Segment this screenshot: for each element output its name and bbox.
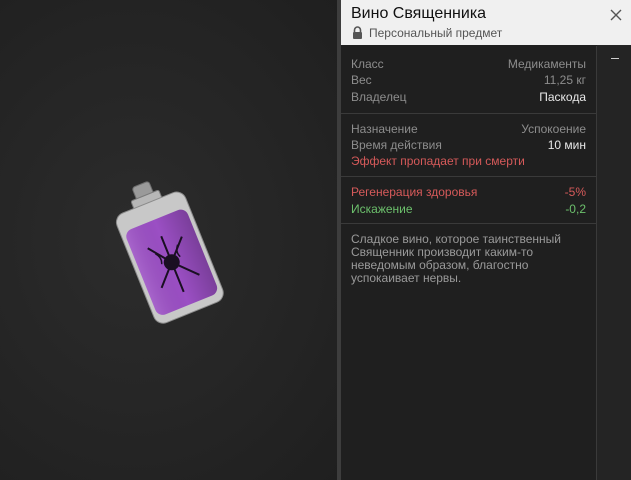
stat-label: Время действия bbox=[351, 138, 442, 152]
stat-value: Медикаменты bbox=[507, 57, 586, 71]
stat-label: Назначение bbox=[351, 122, 418, 136]
modifier-label: Искажение bbox=[351, 202, 413, 216]
item-header: Вино Священника Персональный предмет bbox=[341, 0, 631, 45]
item-info-panel: Вино Священника Персональный предмет Кла… bbox=[341, 0, 631, 480]
section-divider bbox=[341, 223, 597, 224]
stat-label: Владелец bbox=[351, 90, 407, 104]
scrollbar-track bbox=[596, 46, 597, 480]
modifier-row-health-regen: Регенерация здоровья -5% bbox=[351, 185, 586, 201]
stat-row-purpose: Назначение Успокоение bbox=[351, 122, 586, 138]
flask-item-image bbox=[115, 181, 224, 324]
stat-row-weight: Вес 11,25 кг bbox=[351, 73, 586, 89]
item-subtitle: Персональный предмет bbox=[369, 26, 503, 40]
item-title: Вино Священника bbox=[351, 5, 487, 22]
modifier-value: -5% bbox=[564, 185, 586, 199]
stat-label: Вес bbox=[351, 73, 372, 87]
close-icon[interactable] bbox=[609, 8, 623, 22]
lock-icon bbox=[353, 26, 362, 39]
section-divider bbox=[341, 176, 597, 177]
item-preview-area bbox=[0, 0, 337, 480]
scrollbar[interactable] bbox=[597, 46, 631, 480]
modifier-label: Регенерация здоровья bbox=[351, 185, 478, 199]
stat-row-owner: Владелец Паскода bbox=[351, 90, 586, 106]
stat-row-duration: Время действия 10 мин bbox=[351, 138, 586, 154]
stat-value: Успокоение bbox=[521, 122, 586, 136]
stat-value: 10 мин bbox=[547, 138, 586, 152]
modifier-row-distortion: Искажение -0,2 bbox=[351, 202, 586, 218]
effect-warning: Эффект пропадает при смерти bbox=[351, 154, 525, 168]
section-divider bbox=[341, 113, 597, 114]
stat-label: Класс bbox=[351, 57, 384, 71]
stat-row-class: Класс Медикаменты bbox=[351, 57, 586, 73]
modifier-value: -0,2 bbox=[565, 202, 586, 216]
effect-warning-row: Эффект пропадает при смерти bbox=[351, 154, 586, 170]
stat-value: 11,25 кг bbox=[543, 73, 586, 87]
item-description: Сладкое вино, которое таинственный Свяще… bbox=[351, 232, 561, 285]
scrollbar-thumb[interactable] bbox=[611, 58, 619, 59]
stat-value: Паскода bbox=[539, 90, 586, 104]
